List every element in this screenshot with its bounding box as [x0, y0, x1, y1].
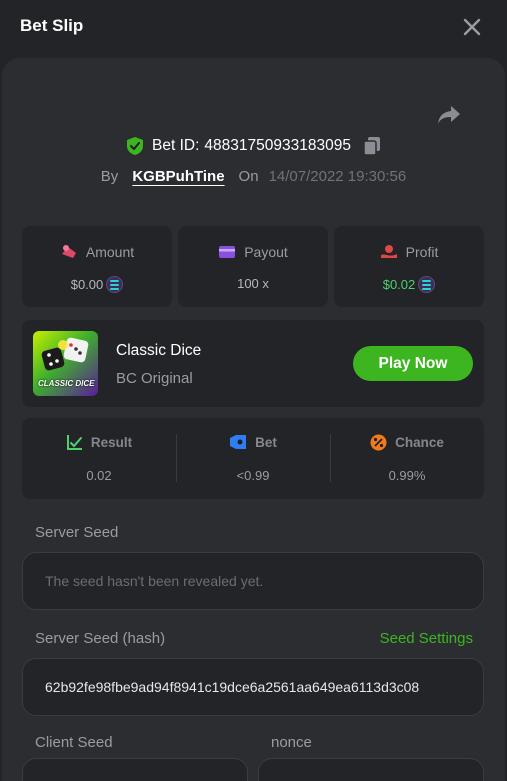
profit-label: Profit — [405, 244, 439, 260]
server-seed-label: Server Seed — [35, 524, 119, 541]
bet-details-panel: Bet ID: 48831750933183095 By KGBPuhTine … — [2, 58, 505, 781]
payout-icon — [219, 246, 236, 258]
server-seed-hash-label: Server Seed (hash) — [35, 630, 166, 647]
nonce-field[interactable] — [258, 758, 484, 781]
result-label: Result — [90, 435, 133, 450]
by-label: By — [100, 168, 119, 185]
bet-id-row: Bet ID: 48831750933183095 — [2, 136, 505, 156]
client-seed-label: Client Seed — [35, 734, 113, 751]
solana-coin-icon — [418, 276, 436, 293]
server-seed-field[interactable]: The seed hasn't been revealed yet. — [22, 552, 484, 610]
game-thumbnail[interactable]: CLASSIC DICE — [33, 331, 98, 396]
amount-card: Amount $0.00 — [22, 226, 172, 307]
game-provider: BC Original — [116, 370, 193, 387]
result-card: Result 0.02 Bet <0.99 Chance 0.99% — [22, 418, 484, 499]
bet-date: 14/07/2022 19:30:56 — [268, 168, 407, 185]
server-seed-hash-value: 62b92fe98fbe9ad94f8941c19dce6a2561aa649e… — [45, 679, 420, 695]
payout-label: Payout — [244, 244, 288, 260]
bet-id-label: Bet ID: — [152, 137, 200, 154]
profit-value: $0.02 — [382, 277, 416, 292]
result-column: Result 0.02 — [22, 418, 176, 499]
seed-settings-link[interactable]: Seed Settings — [380, 630, 473, 647]
shield-check-icon — [127, 137, 144, 155]
game-card: CLASSIC DICE Classic Dice BC Original Pl… — [22, 320, 484, 407]
bet-id-value: 48831750933183095 — [204, 137, 351, 154]
bet-stats: Amount $0.00 Payout 100 x Profit $0.02 — [22, 226, 484, 307]
payout-value: 100 x — [237, 276, 269, 291]
chance-value: 0.99% — [388, 468, 426, 483]
bet-tag-icon — [230, 435, 247, 449]
bet-slip-header: Bet Slip — [0, 0, 507, 56]
page-title: Bet Slip — [20, 16, 84, 35]
payout-card: Payout 100 x — [178, 226, 328, 307]
play-now-button[interactable]: Play Now — [353, 346, 473, 381]
amount-label: Amount — [85, 244, 135, 260]
nonce-label: nonce — [271, 734, 312, 751]
bet-label: Bet — [255, 434, 277, 450]
client-seed-field[interactable] — [22, 758, 248, 781]
share-icon[interactable] — [437, 104, 461, 126]
close-icon[interactable] — [461, 16, 483, 38]
amount-value: $0.00 — [70, 277, 104, 292]
result-value: 0.02 — [86, 468, 112, 483]
server-seed-placeholder: The seed hasn't been revealed yet. — [45, 573, 264, 589]
bet-value: <0.99 — [236, 468, 270, 483]
result-check-icon — [66, 435, 82, 450]
chance-label: Chance — [395, 435, 444, 450]
on-label: On — [238, 168, 259, 185]
chance-column: Chance 0.99% — [330, 418, 484, 499]
solana-coin-icon — [106, 276, 124, 293]
bet-column: Bet <0.99 — [176, 418, 330, 499]
profit-card: Profit $0.02 — [334, 226, 484, 307]
profit-icon — [380, 245, 397, 258]
server-seed-hash-field[interactable]: 62b92fe98fbe9ad94f8941c19dce6a2561aa649e… — [22, 658, 484, 716]
copy-icon[interactable] — [363, 136, 381, 156]
game-thumbnail-text: CLASSIC DICE — [38, 379, 95, 388]
game-name: Classic Dice — [116, 342, 202, 359]
username-link[interactable]: KGBPuhTine — [132, 168, 224, 185]
amount-icon — [61, 245, 76, 258]
bet-meta-row: By KGBPuhTine On 14/07/2022 19:30:56 — [2, 168, 505, 185]
percent-icon — [370, 434, 387, 451]
